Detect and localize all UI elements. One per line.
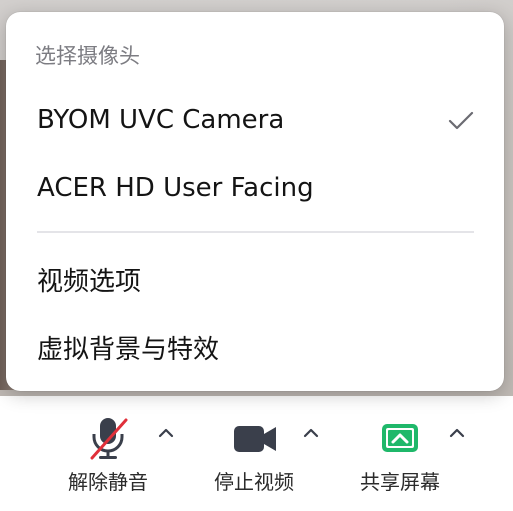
camera-option-label: BYOM UVC Camera bbox=[37, 105, 285, 135]
camera-option-label: ACER HD User Facing bbox=[37, 173, 314, 203]
camera-select-menu: 选择摄像头 BYOM UVC Camera ACER HD User Facin… bbox=[6, 12, 504, 391]
camera-option-byom-uvc[interactable]: BYOM UVC Camera bbox=[6, 91, 504, 151]
meeting-toolbar: 解除静音 停止视频 共享屏幕 bbox=[0, 396, 513, 511]
virtual-background-label: 虚拟背景与特效 bbox=[37, 335, 220, 365]
share-options-chevron-up-icon[interactable] bbox=[449, 428, 465, 438]
checkmark-icon bbox=[448, 111, 474, 130]
share-screen-label: 共享屏幕 bbox=[360, 470, 440, 494]
video-settings-item[interactable]: 视频选项 bbox=[6, 247, 504, 307]
unmute-button[interactable]: 解除静音 bbox=[54, 414, 162, 494]
stop-video-label: 停止视频 bbox=[214, 470, 294, 494]
video-options-chevron-up-icon[interactable] bbox=[303, 428, 319, 438]
share-screen-icon bbox=[382, 424, 418, 452]
menu-divider bbox=[37, 231, 474, 233]
video-settings-label: 视频选项 bbox=[37, 267, 142, 297]
virtual-background-item[interactable]: 虚拟背景与特效 bbox=[6, 315, 504, 375]
share-screen-button[interactable]: 共享屏幕 bbox=[344, 414, 456, 494]
stop-video-button[interactable]: 停止视频 bbox=[200, 414, 308, 494]
video-camera-icon bbox=[234, 426, 276, 452]
unmute-options-chevron-up-icon[interactable] bbox=[158, 428, 174, 438]
unmute-label: 解除静音 bbox=[68, 470, 148, 494]
camera-option-acer-hd[interactable]: ACER HD User Facing bbox=[6, 159, 504, 219]
microphone-muted-icon bbox=[90, 418, 128, 460]
menu-header: 选择摄像头 bbox=[35, 44, 140, 68]
